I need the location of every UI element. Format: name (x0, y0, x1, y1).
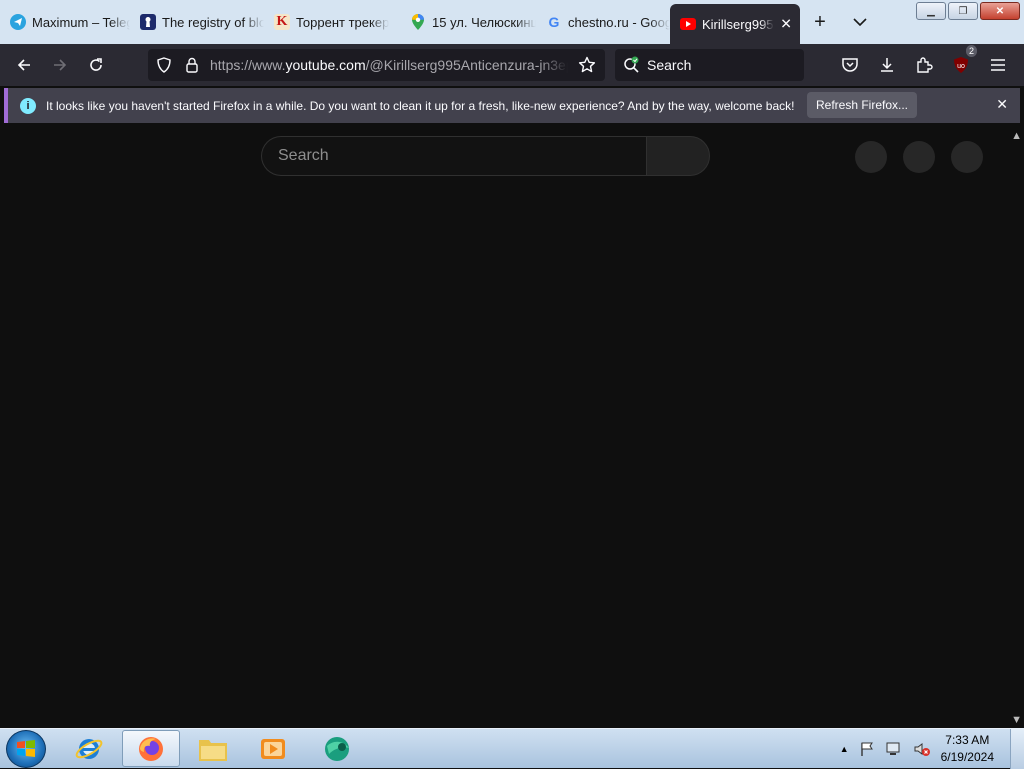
youtube-search-button[interactable] (646, 136, 710, 176)
maps-pin-icon (410, 14, 426, 30)
internet-explorer-icon (75, 738, 103, 759)
page-content: Search ▲ ▼ (0, 126, 1024, 728)
start-button[interactable] (6, 730, 46, 768)
youtube-search-input[interactable]: Search (261, 136, 646, 176)
windows-taskbar: ▲ 7:33 AM 6/19/2024 (0, 728, 1024, 769)
chevron-down-icon (853, 18, 867, 26)
pocket-icon (842, 58, 858, 72)
keyhole-icon (140, 14, 156, 30)
bookmark-star-icon[interactable] (575, 53, 599, 77)
tab-label: Торрент трекер (296, 14, 390, 30)
reload-icon (90, 58, 102, 71)
tab-youtube[interactable]: Kirillserg995 Anticenzura ✕ (670, 4, 800, 44)
system-tray: ▲ 7:33 AM 6/19/2024 (840, 729, 994, 769)
tracking-protection-shield-icon[interactable] (152, 49, 176, 81)
scroll-down-arrow-icon[interactable]: ▼ (1011, 714, 1022, 726)
tab-strip: Maximum – Telegram The registry of block… (0, 0, 1024, 44)
telegram-icon (10, 14, 26, 30)
address-bar[interactable]: https://www.youtube.com/@Kirillserg995An… (148, 49, 605, 81)
browser-search-bar[interactable]: Search (615, 49, 804, 81)
app-globe-icon (325, 736, 349, 761)
ublock-badge: 2 (965, 45, 977, 57)
forward-button[interactable] (42, 47, 78, 83)
youtube-search-placeholder: Search (278, 147, 329, 164)
tab-label: Maximum – Telegram (32, 14, 130, 30)
refresh-firefox-notification: i It looks like you haven't started Fire… (4, 88, 1020, 123)
tab-registry[interactable]: The registry of blocked (130, 0, 264, 44)
extensions-button[interactable] (906, 47, 942, 83)
toolbar-actions: uo 2 (832, 45, 1016, 83)
tab-label: Kirillserg995 Anticenzura (702, 16, 774, 32)
minimize-button[interactable]: ▁ (916, 2, 946, 20)
ublock-shield-icon: uo (954, 57, 968, 73)
tab-label: The registry of blocked (162, 14, 264, 30)
url-text[interactable]: https://www.youtube.com/@Kirillserg995An… (210, 57, 568, 73)
tab-torrent[interactable]: K Торрент трекер (264, 0, 400, 44)
new-tab-button[interactable]: + (800, 0, 840, 44)
close-tab-icon[interactable]: ✕ (780, 16, 792, 33)
youtube-icon (680, 18, 696, 30)
windows-logo-icon (17, 740, 35, 757)
k-letter-icon: K (274, 14, 290, 30)
action-center-flag-icon[interactable] (859, 741, 875, 757)
tab-telegram[interactable]: Maximum – Telegram (0, 0, 130, 44)
folder-icon (199, 739, 227, 761)
downloads-button[interactable] (869, 47, 905, 83)
restore-button[interactable]: ❐ (948, 2, 978, 20)
app-menu-button[interactable] (980, 47, 1016, 83)
scroll-up-arrow-icon[interactable]: ▲ (1011, 130, 1022, 142)
search-icon (624, 56, 639, 73)
refresh-firefox-button[interactable]: Refresh Firefox... (807, 92, 917, 118)
list-all-tabs-button[interactable] (840, 0, 880, 44)
tab-label: chestno.ru - Google (568, 14, 670, 30)
hamburger-menu-icon (991, 59, 1005, 71)
notification-message: It looks like you haven't started Firefo… (46, 98, 795, 113)
google-icon: G (548, 14, 560, 30)
window-controls: ▁ ❐ ✕ (916, 2, 1020, 20)
taskbar-app[interactable] (308, 730, 366, 767)
back-button[interactable] (6, 47, 42, 83)
search-bar-placeholder: Search (647, 57, 692, 73)
back-arrow-icon (17, 59, 30, 71)
clock-time: 7:33 AM (945, 733, 990, 747)
show-desktop-button[interactable] (1010, 729, 1024, 769)
clock-date: 6/19/2024 (940, 750, 994, 764)
volume-muted-icon[interactable] (913, 741, 931, 757)
close-notification-icon[interactable]: ✕ (996, 96, 1008, 113)
tab-label: 15 ул. Челюскинцев (432, 14, 536, 30)
youtube-create-placeholder[interactable] (855, 141, 887, 173)
taskbar-media-player[interactable] (244, 730, 302, 767)
youtube-avatar-placeholder[interactable] (951, 141, 983, 173)
puzzle-piece-icon (917, 57, 933, 73)
reload-button[interactable] (78, 47, 114, 83)
close-window-button[interactable]: ✕ (980, 2, 1020, 20)
pocket-button[interactable] (832, 47, 868, 83)
download-icon (881, 58, 893, 72)
taskbar-firefox[interactable] (122, 730, 180, 767)
media-player-icon (261, 738, 285, 759)
lock-icon[interactable] (180, 49, 204, 81)
taskbar-file-explorer[interactable] (184, 730, 242, 767)
tab-maps[interactable]: 15 ул. Челюскинцев (400, 0, 536, 44)
firefox-icon (139, 736, 163, 761)
taskbar-internet-explorer[interactable] (60, 730, 118, 767)
taskbar-clock[interactable]: 7:33 AM 6/19/2024 (941, 732, 994, 766)
forward-arrow-icon (54, 59, 67, 71)
navigation-toolbar: https://www.youtube.com/@Kirillserg995An… (0, 44, 1024, 86)
network-icon[interactable] (885, 741, 903, 757)
tab-google[interactable]: G chestno.ru - Google (536, 0, 670, 44)
svg-text:uo: uo (957, 63, 965, 70)
info-icon: i (20, 97, 36, 114)
youtube-notifications-placeholder[interactable] (903, 141, 935, 173)
show-hidden-icons-button[interactable]: ▲ (840, 744, 849, 754)
ublock-origin-button[interactable]: uo 2 (943, 45, 979, 83)
